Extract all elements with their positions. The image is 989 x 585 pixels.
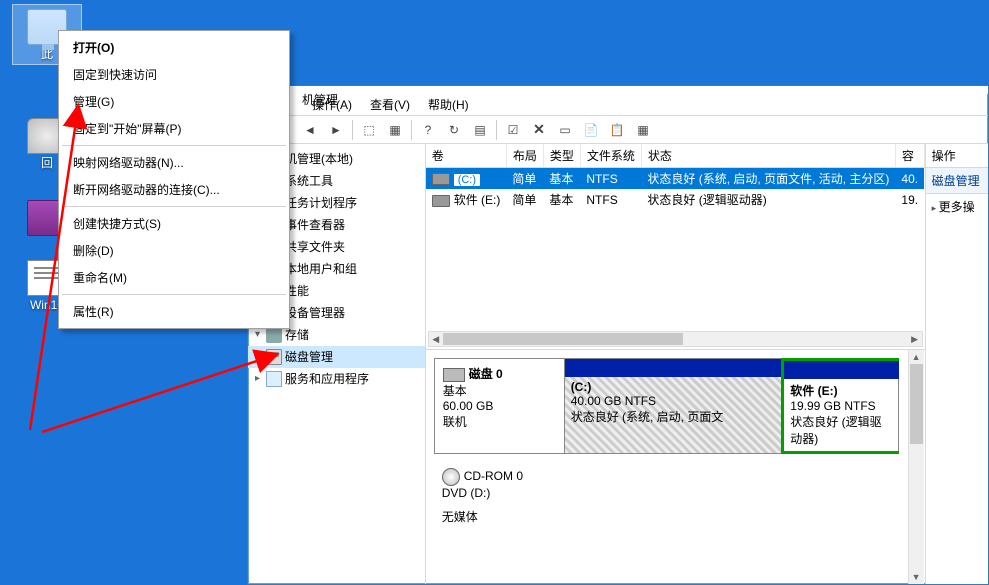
actions-section: 磁盘管理 [926,168,988,194]
tree-services[interactable]: ▸服务和应用程序 [248,368,425,390]
cdrom-row[interactable]: CD-ROM 0 DVD (D:) 无媒体 [434,462,899,531]
menu-open[interactable]: 打开(O) [61,34,287,61]
annotation-arrow-2 [42,355,275,432]
partition-e[interactable]: 软件 (E:) 19.99 GB NTFS 状态良好 (逻辑驱动器) [781,358,898,454]
disk-mgmt-icon [266,349,282,365]
toolbar-a-button[interactable]: 📄 [579,119,603,141]
volume-list: 卷 布局 类型 文件系统 状态 容 (C:) 简单 基本 NTFS 状 [426,144,925,350]
disk-icon [432,195,450,207]
menu-disconnect-drive[interactable]: 断开网络驱动器的连接(C)... [61,176,287,203]
col-status[interactable]: 状态 [641,144,895,168]
hdd-icon [443,368,465,382]
disk-icon [432,173,450,185]
toolbar-up-button[interactable]: ⬚ [357,119,381,141]
toolbar-delete-button[interactable]: ✕ [527,119,551,141]
menu-separator [62,294,286,295]
toolbar: ◄ ► ⬚ ▦ ? ↻ ▤ ☑ ✕ ▭ 📄 📋 ▦ [248,116,988,144]
toolbar-refresh-button[interactable]: ↻ [442,119,466,141]
scroll-up-arrow[interactable]: ▲ [909,350,924,364]
window-title: 机管理 [302,91,338,108]
menu-separator [62,206,286,207]
toolbar-c-button[interactable]: ▦ [631,119,655,141]
partition-c[interactable]: (C:) 40.00 GB NTFS 状态良好 (系统, 启动, 页面文 [565,359,783,453]
disk-0-label: 磁盘 0 基本 60.00 GB 联机 [435,359,565,453]
menu-help[interactable]: 帮助(H) [420,94,477,116]
menu-pin-start[interactable]: 固定到"开始"屏幕(P) [61,115,287,142]
disk-0-row[interactable]: 磁盘 0 基本 60.00 GB 联机 (C:) 40.00 GB NTFS 状… [434,358,899,454]
toolbar-show-hide-button[interactable]: ▦ [383,119,407,141]
col-capacity[interactable]: 容 [895,144,924,168]
actions-header: 操作 [926,144,988,168]
menu-rename[interactable]: 重命名(M) [61,264,287,291]
toolbar-view-button[interactable]: ▤ [468,119,492,141]
menu-manage[interactable]: 管理(G) [61,88,287,115]
main-pane: 卷 布局 类型 文件系统 状态 容 (C:) 简单 基本 NTFS 状 [426,144,926,584]
toolbar-b-button[interactable]: 📋 [605,119,629,141]
menu-view[interactable]: 查看(V) [362,94,418,116]
menu-bar: 操作(A) 查看(V) 帮助(H) [248,94,988,116]
scroll-thumb[interactable] [443,333,683,345]
volume-row-e[interactable]: 软件 (E:) 简单 基本 NTFS 状态良好 (逻辑驱动器) 19. [426,189,924,210]
col-layout[interactable]: 布局 [506,144,543,168]
toolbar-settings-button[interactable]: ☑ [501,119,525,141]
actions-pane: 操作 磁盘管理 更多操 [926,144,988,584]
scroll-left-arrow[interactable]: ◀ [429,332,443,346]
col-fs[interactable]: 文件系统 [580,144,641,168]
disk-graphic-pane: 磁盘 0 基本 60.00 GB 联机 (C:) 40.00 GB NTFS 状… [426,350,925,584]
storage-icon [266,327,282,343]
menu-map-drive[interactable]: 映射网络驱动器(N)... [61,149,287,176]
toolbar-help-button[interactable]: ? [416,119,440,141]
menu-pin-quick[interactable]: 固定到快速访问 [61,61,287,88]
actions-more[interactable]: 更多操 [926,194,988,219]
cd-icon [442,468,460,486]
horizontal-scrollbar[interactable]: ◀ ▶ [428,331,923,347]
computer-management-window: 机管理 操作(A) 查看(V) 帮助(H) ◄ ► ⬚ ▦ ? ↻ ▤ ☑ ✕ … [247,85,989,585]
toolbar-prop-button[interactable]: ▭ [553,119,577,141]
scroll-down-arrow[interactable]: ▼ [909,570,924,584]
vertical-scrollbar[interactable]: ▲ ▼ [908,350,924,584]
services-icon [266,371,282,387]
menu-separator [62,145,286,146]
volume-row-c[interactable]: (C:) 简单 基本 NTFS 状态良好 (系统, 启动, 页面文件, 活动, … [426,168,924,190]
menu-delete[interactable]: 删除(D) [61,237,287,264]
col-type[interactable]: 类型 [543,144,580,168]
toolbar-back-button[interactable]: ◄ [298,119,322,141]
col-volume[interactable]: 卷 [426,144,507,168]
scroll-right-arrow[interactable]: ▶ [908,332,922,346]
context-menu: 打开(O) 固定到快速访问 管理(G) 固定到"开始"屏幕(P) 映射网络驱动器… [58,30,290,329]
menu-properties[interactable]: 属性(R) [61,298,287,325]
toolbar-forward-button[interactable]: ► [324,119,348,141]
scroll-thumb[interactable] [910,364,923,444]
menu-create-shortcut[interactable]: 创建快捷方式(S) [61,210,287,237]
tree-disk-management[interactable]: ▸磁盘管理 [248,346,425,368]
